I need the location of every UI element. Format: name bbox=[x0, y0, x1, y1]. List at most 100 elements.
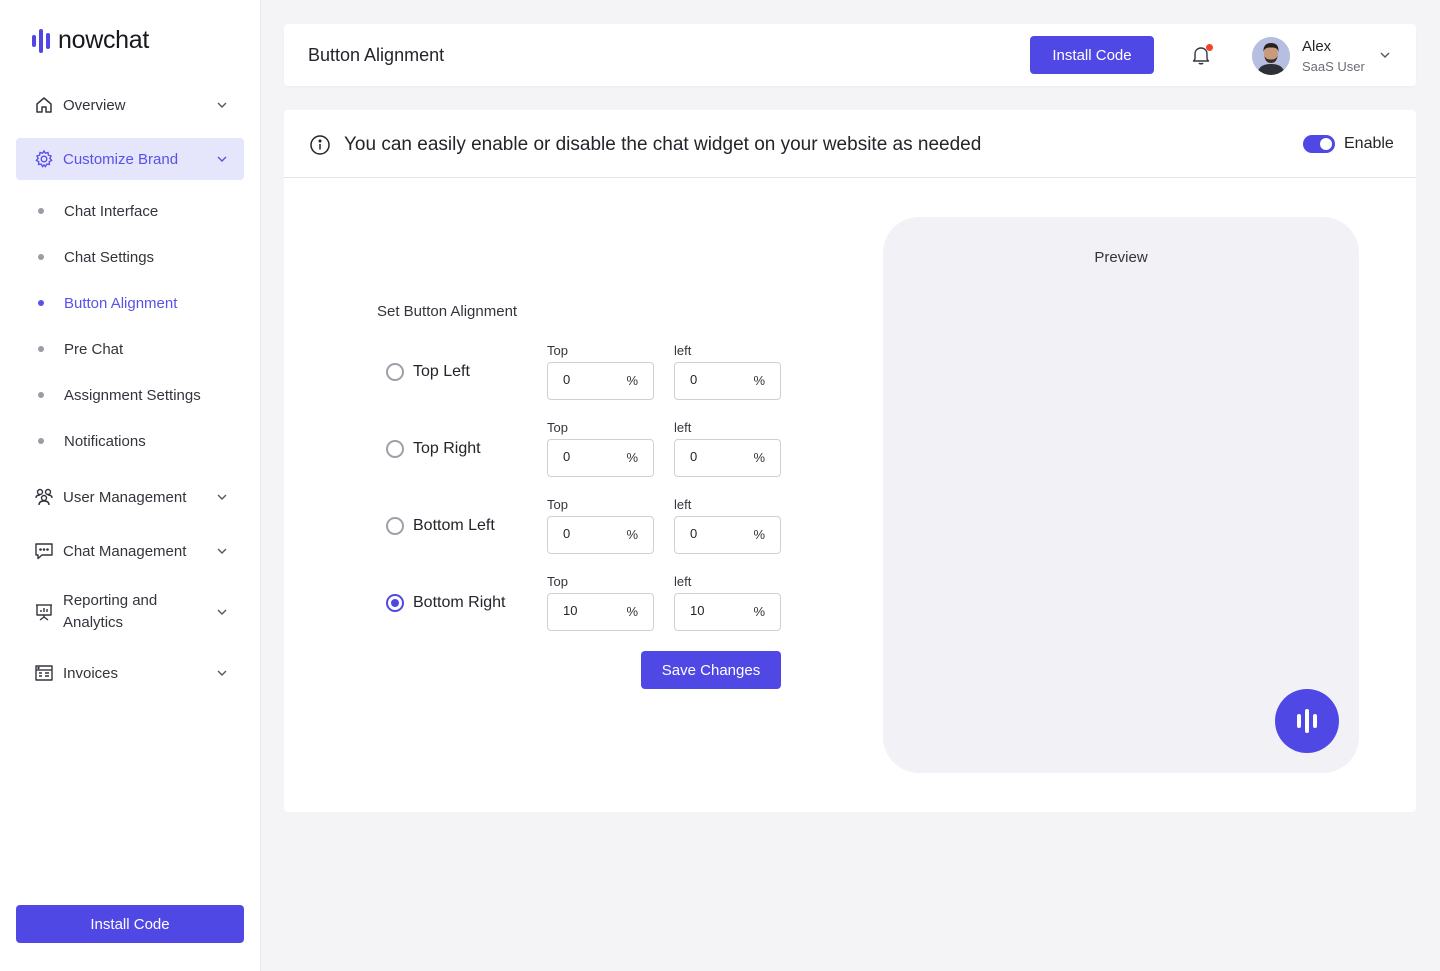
top-offset-field: % bbox=[547, 516, 654, 554]
bullet-dot bbox=[38, 254, 44, 260]
radio-top-right[interactable] bbox=[386, 440, 404, 458]
left-field-label: left bbox=[674, 497, 692, 512]
left-offset-input[interactable] bbox=[690, 372, 750, 387]
submenu-item-pre-chat[interactable]: Pre Chat bbox=[16, 326, 244, 372]
alignment-option-bottom-right: Bottom Right Top % left % bbox=[284, 571, 884, 648]
percent-unit: % bbox=[753, 373, 765, 388]
left-offset-field: % bbox=[674, 439, 781, 477]
bullet-dot bbox=[38, 208, 44, 214]
bullet-dot bbox=[38, 438, 44, 444]
sidebar-item-reporting-analytics[interactable]: Reporting and Analytics bbox=[16, 584, 244, 640]
sidebar-item-label: User Management bbox=[63, 488, 187, 506]
left-field-label: left bbox=[674, 420, 692, 435]
chevron-down-icon bbox=[217, 494, 227, 500]
sidebar-item-label: Chat Management bbox=[63, 542, 187, 560]
chevron-down-icon bbox=[217, 548, 227, 554]
left-offset-input[interactable] bbox=[690, 526, 750, 541]
submenu-item-chat-interface[interactable]: Chat Interface bbox=[16, 188, 244, 234]
page-title: Button Alignment bbox=[308, 45, 445, 65]
widget-info-text: You can easily enable or disable the cha… bbox=[344, 134, 982, 155]
main-card: You can easily enable or disable the cha… bbox=[284, 110, 1416, 812]
presentation-chart-icon bbox=[34, 602, 54, 622]
sidebar-item-invoices[interactable]: Invoices bbox=[16, 652, 244, 694]
submenu-item-label: Assignment Settings bbox=[64, 386, 201, 404]
preview-title: Preview bbox=[1094, 249, 1148, 266]
invoice-icon bbox=[34, 663, 54, 683]
top-offset-field: % bbox=[547, 362, 654, 400]
sidebar-item-overview[interactable]: Overview bbox=[16, 84, 244, 126]
percent-unit: % bbox=[753, 450, 765, 465]
top-field-label: Top bbox=[547, 420, 568, 435]
avatar[interactable] bbox=[1252, 37, 1290, 75]
top-offset-input[interactable] bbox=[563, 526, 623, 541]
alignment-option-top-left: Top Left Top % left % bbox=[284, 340, 884, 417]
percent-unit: % bbox=[626, 527, 638, 542]
chat-icon bbox=[34, 541, 54, 561]
section-title: Set Button Alignment bbox=[377, 303, 518, 320]
enable-toggle-label: Enable bbox=[1344, 135, 1394, 152]
sidebar-item-user-management[interactable]: User Management bbox=[16, 476, 244, 518]
top-offset-field: % bbox=[547, 593, 654, 631]
chevron-down-icon bbox=[217, 102, 227, 108]
enable-widget-toggle[interactable] bbox=[1303, 135, 1335, 153]
submenu-item-notifications[interactable]: Notifications bbox=[16, 418, 244, 464]
sidebar-item-label: Overview bbox=[63, 96, 126, 114]
left-field-label: left bbox=[674, 343, 692, 358]
left-offset-field: % bbox=[674, 362, 781, 400]
radio-top-left[interactable] bbox=[386, 363, 404, 381]
top-offset-field: % bbox=[547, 439, 654, 477]
alignment-option-top-right: Top Right Top % left % bbox=[284, 417, 884, 494]
left-offset-input[interactable] bbox=[690, 449, 750, 464]
submenu-item-label: Pre Chat bbox=[64, 340, 124, 358]
top-field-label: Top bbox=[547, 343, 568, 358]
submenu-item-chat-settings[interactable]: Chat Settings bbox=[16, 234, 244, 280]
radio-bottom-left[interactable] bbox=[386, 517, 404, 535]
gear-icon bbox=[34, 149, 54, 169]
sidebar-item-label: Reporting and Analytics bbox=[63, 592, 158, 631]
left-field-label: left bbox=[674, 574, 692, 589]
user-name: Alex bbox=[1302, 38, 1332, 55]
sidebar-item-chat-management[interactable]: Chat Management bbox=[16, 530, 244, 572]
bullet-dot bbox=[38, 300, 44, 306]
radio-bottom-right[interactable] bbox=[386, 594, 404, 612]
chat-launcher-button[interactable] bbox=[1275, 689, 1339, 753]
submenu-item-button-alignment[interactable]: Button Alignment bbox=[16, 280, 244, 326]
sidebar-item-label: Customize Brand bbox=[63, 150, 179, 168]
top-offset-input[interactable] bbox=[563, 603, 623, 618]
alignment-option-label: Top Left bbox=[413, 363, 470, 380]
chevron-down-icon[interactable] bbox=[1379, 49, 1391, 61]
sidebar-install-code-button[interactable]: Install Code bbox=[16, 905, 244, 943]
users-icon bbox=[34, 487, 54, 507]
alignment-option-bottom-left: Bottom Left Top % left % bbox=[284, 494, 884, 571]
percent-unit: % bbox=[753, 527, 765, 542]
widget-info-bar: You can easily enable or disable the cha… bbox=[284, 110, 1416, 178]
sidebar: nowchat Overview Customize Brand Chat In… bbox=[0, 0, 261, 971]
submenu-item-assignment-settings[interactable]: Assignment Settings bbox=[16, 372, 244, 418]
logo[interactable]: nowchat bbox=[32, 26, 149, 55]
toggle-knob bbox=[1320, 138, 1332, 150]
top-offset-input[interactable] bbox=[563, 372, 623, 387]
install-code-button[interactable]: Install Code bbox=[1030, 36, 1154, 74]
left-offset-field: % bbox=[674, 516, 781, 554]
user-role: SaaS User bbox=[1302, 59, 1365, 74]
info-icon bbox=[310, 135, 330, 155]
top-field-label: Top bbox=[547, 574, 568, 589]
bullet-dot bbox=[38, 392, 44, 398]
top-offset-input[interactable] bbox=[563, 449, 623, 464]
logo-icon bbox=[32, 27, 50, 55]
top-bar: Button Alignment Install Code Alex SaaS … bbox=[284, 24, 1416, 86]
chevron-down-icon bbox=[217, 156, 227, 162]
top-field-label: Top bbox=[547, 497, 568, 512]
percent-unit: % bbox=[753, 604, 765, 619]
sidebar-item-customize-brand[interactable]: Customize Brand bbox=[16, 138, 244, 180]
submenu-item-label: Chat Interface bbox=[64, 202, 159, 220]
bullet-dot bbox=[38, 346, 44, 352]
home-icon bbox=[34, 95, 54, 115]
customize-brand-submenu: Chat Interface Chat Settings Button Alig… bbox=[16, 188, 244, 464]
chevron-down-icon bbox=[217, 609, 227, 615]
left-offset-input[interactable] bbox=[690, 603, 750, 618]
submenu-item-label: Chat Settings bbox=[64, 248, 155, 266]
chevron-down-icon bbox=[217, 670, 227, 676]
sidebar-nav: Overview Customize Brand Chat Interface … bbox=[16, 84, 244, 706]
save-changes-button[interactable]: Save Changes bbox=[641, 651, 781, 689]
